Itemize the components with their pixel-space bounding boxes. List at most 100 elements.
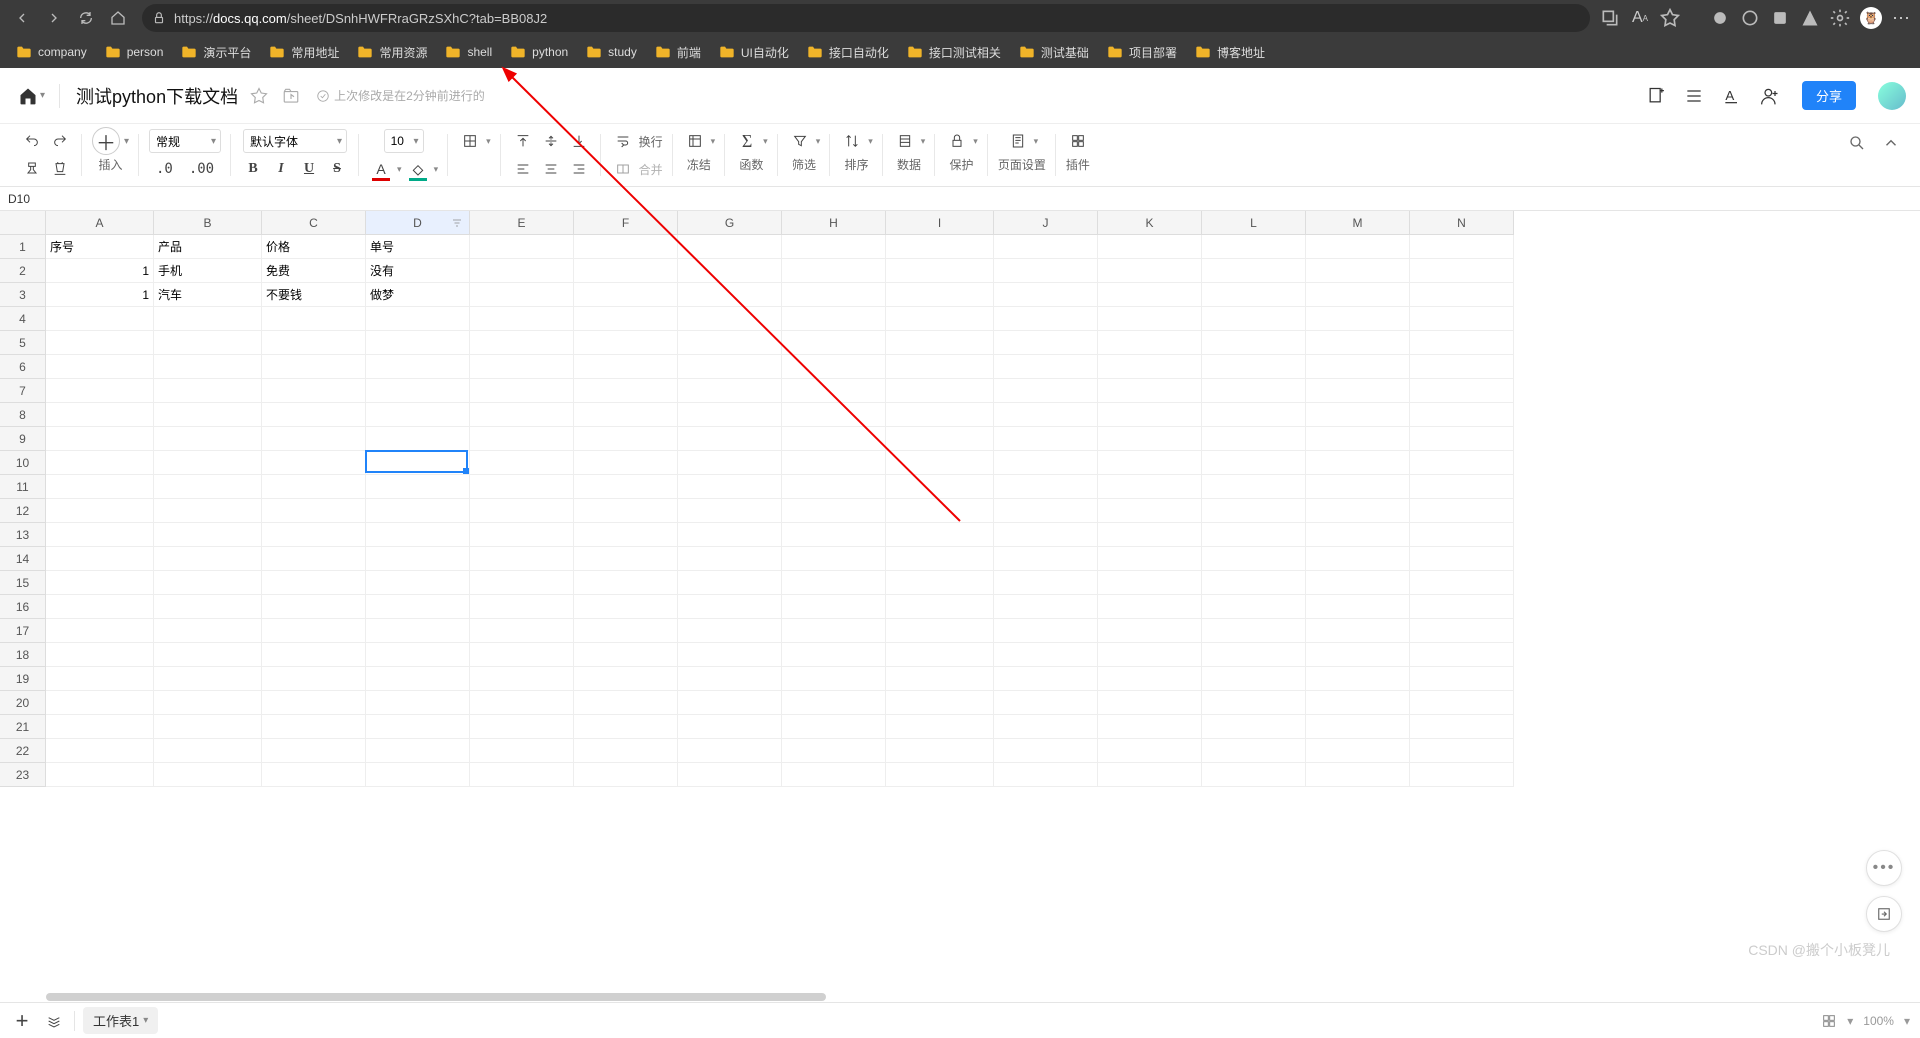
cell[interactable] (154, 715, 262, 739)
cell[interactable] (154, 571, 262, 595)
valign-top-button[interactable] (511, 129, 535, 153)
cell[interactable] (782, 379, 886, 403)
row-header[interactable]: 23 (0, 763, 46, 787)
cell[interactable] (1410, 763, 1514, 787)
cell[interactable] (1098, 259, 1202, 283)
redo-button[interactable] (48, 129, 72, 153)
cell[interactable] (1098, 619, 1202, 643)
settings-icon[interactable] (1830, 8, 1850, 28)
bookmark-item[interactable]: 演示平台 (173, 40, 259, 65)
column-header[interactable]: A (46, 211, 154, 235)
cell[interactable] (1306, 547, 1410, 571)
cell[interactable] (154, 739, 262, 763)
row-header[interactable]: 21 (0, 715, 46, 739)
cell[interactable] (46, 451, 154, 475)
cell[interactable] (470, 403, 574, 427)
bookmark-item[interactable]: 项目部署 (1099, 40, 1185, 65)
cell[interactable] (262, 499, 366, 523)
cell[interactable] (678, 595, 782, 619)
cell[interactable] (678, 355, 782, 379)
strikethrough-button[interactable]: S (325, 157, 349, 181)
cell[interactable] (1202, 451, 1306, 475)
cell[interactable] (46, 667, 154, 691)
cell[interactable] (1410, 475, 1514, 499)
cell[interactable] (574, 739, 678, 763)
cell[interactable] (886, 475, 994, 499)
cell[interactable] (1306, 667, 1410, 691)
cell[interactable] (1098, 283, 1202, 307)
cell[interactable] (678, 403, 782, 427)
sort-button[interactable] (840, 129, 864, 153)
cell[interactable] (1202, 235, 1306, 259)
cell[interactable] (1202, 691, 1306, 715)
cell[interactable] (994, 667, 1098, 691)
bold-button[interactable]: B (241, 157, 265, 181)
cell[interactable] (46, 499, 154, 523)
column-header[interactable]: C (262, 211, 366, 235)
cell[interactable] (154, 379, 262, 403)
undo-button[interactable] (20, 129, 44, 153)
more-menu[interactable]: ⋯ (1892, 8, 1912, 28)
wrap-text-button[interactable] (611, 129, 635, 153)
text-size-icon[interactable]: AA (1630, 8, 1650, 28)
cell[interactable] (1098, 571, 1202, 595)
cell[interactable] (886, 283, 994, 307)
cell[interactable] (1202, 667, 1306, 691)
cell[interactable] (262, 451, 366, 475)
cell[interactable] (262, 667, 366, 691)
row-header[interactable]: 6 (0, 355, 46, 379)
add-collaborator-button[interactable] (1756, 82, 1784, 110)
cell[interactable] (1410, 307, 1514, 331)
cell[interactable] (1098, 307, 1202, 331)
cell[interactable] (1098, 499, 1202, 523)
cell[interactable] (1306, 571, 1410, 595)
cell[interactable] (574, 403, 678, 427)
cell[interactable] (1410, 379, 1514, 403)
cell[interactable] (1098, 763, 1202, 787)
column-header[interactable]: G (678, 211, 782, 235)
cell[interactable] (782, 643, 886, 667)
cell[interactable] (574, 451, 678, 475)
cell[interactable] (1306, 451, 1410, 475)
row-header[interactable]: 10 (0, 451, 46, 475)
cell[interactable] (574, 763, 678, 787)
row-header[interactable]: 9 (0, 427, 46, 451)
cell[interactable] (262, 643, 366, 667)
cell[interactable]: 序号 (46, 235, 154, 259)
cell[interactable] (1202, 475, 1306, 499)
cell[interactable] (1410, 667, 1514, 691)
cell[interactable] (1202, 283, 1306, 307)
cell[interactable] (886, 235, 994, 259)
cell[interactable] (46, 763, 154, 787)
cell[interactable] (1306, 283, 1410, 307)
cell[interactable] (46, 355, 154, 379)
cell[interactable]: 免费 (262, 259, 366, 283)
cell[interactable]: 单号 (366, 235, 470, 259)
bookmark-item[interactable]: 前端 (647, 40, 709, 65)
cell[interactable] (366, 547, 470, 571)
cell[interactable] (46, 547, 154, 571)
bookmark-item[interactable]: 常用地址 (261, 40, 347, 65)
cell[interactable] (1098, 379, 1202, 403)
cell[interactable] (1202, 379, 1306, 403)
cell[interactable] (886, 619, 994, 643)
cell[interactable] (782, 451, 886, 475)
cell[interactable] (886, 547, 994, 571)
cell[interactable] (1306, 475, 1410, 499)
cell[interactable] (46, 427, 154, 451)
column-filter-icon[interactable] (451, 217, 463, 229)
cell[interactable] (782, 547, 886, 571)
cell[interactable] (782, 763, 886, 787)
plugin-button[interactable] (1066, 129, 1090, 153)
cell[interactable] (366, 499, 470, 523)
column-header[interactable]: I (886, 211, 994, 235)
cell[interactable] (678, 499, 782, 523)
tabs-icon[interactable] (1600, 8, 1620, 28)
cell[interactable] (154, 691, 262, 715)
cell[interactable] (1410, 331, 1514, 355)
underline-button[interactable]: U (297, 157, 321, 181)
cell[interactable] (678, 667, 782, 691)
cell[interactable] (1202, 523, 1306, 547)
cell[interactable] (154, 475, 262, 499)
cell[interactable] (1202, 331, 1306, 355)
